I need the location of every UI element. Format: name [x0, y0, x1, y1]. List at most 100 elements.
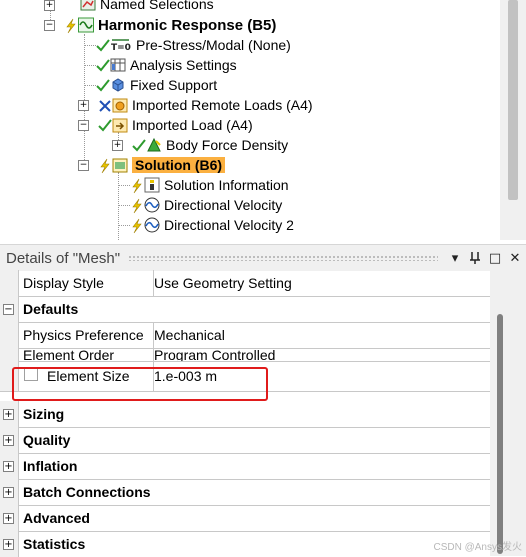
tree-item-fixed-support[interactable]: Fixed Support: [84, 75, 218, 95]
blue-x-status-icon: [98, 98, 112, 112]
row-margin: [0, 348, 19, 361]
category-row-statistics[interactable]: + Statistics: [0, 531, 490, 557]
tree-connector: [118, 205, 130, 206]
dropdown-arrow-icon[interactable]: ▾: [446, 249, 464, 267]
details-panel-title: Details of "Mesh": [6, 249, 121, 267]
body-force-icon: [146, 137, 162, 153]
tree-item-label: Fixed Support: [130, 77, 218, 93]
category-row-advanced[interactable]: + Advanced: [0, 505, 490, 532]
row-margin: [0, 361, 19, 391]
tree-item-imported-remote-loads[interactable]: + Imported Remote Loads (A4): [78, 95, 313, 115]
expand-plus-icon[interactable]: +: [3, 513, 14, 524]
expand-plus-icon[interactable]: +: [3, 487, 14, 498]
property-value[interactable]: Use Geometry Setting: [154, 270, 292, 296]
parameter-checkbox[interactable]: [24, 367, 38, 381]
solution-icon: [112, 157, 128, 173]
tree-item-label: Imported Load (A4): [132, 117, 253, 133]
category-label: Quality: [23, 432, 71, 448]
tree-item-pre-stress[interactable]: T=0 Pre-Stress/Modal (None): [84, 35, 291, 55]
expand-plus-icon[interactable]: +: [78, 100, 89, 111]
property-label: Display Style: [18, 270, 154, 296]
tree-scrollbar[interactable]: [500, 0, 526, 240]
category-label: Sizing: [23, 406, 65, 422]
details-row-element-order[interactable]: Element Order Program Controlled: [0, 348, 490, 362]
tree-item-directional-velocity[interactable]: Directional Velocity: [118, 195, 282, 215]
tree-item-label: Directional Velocity 2: [164, 217, 294, 233]
tree-connector: [84, 45, 96, 46]
tree-connector: [118, 185, 130, 186]
tree-connector: [118, 225, 130, 226]
expand-plus-icon[interactable]: +: [3, 435, 14, 446]
category-label: Defaults: [23, 301, 79, 317]
category-row-quality[interactable]: + Quality: [0, 427, 490, 454]
analysis-settings-icon: [110, 57, 126, 73]
tree-scrollbar-thumb[interactable]: [508, 0, 518, 200]
expand-plus-icon[interactable]: +: [44, 0, 55, 11]
watermark: CSDN @Ansys发火: [433, 542, 523, 553]
collapse-minus-icon[interactable]: −: [78, 120, 89, 131]
harmonic-response-icon: [78, 17, 94, 33]
expand-plus-icon[interactable]: +: [112, 140, 123, 151]
details-row-physics-preference[interactable]: Physics Preference Mechanical: [0, 322, 490, 349]
collapse-minus-icon[interactable]: −: [78, 160, 89, 171]
expand-plus-icon[interactable]: +: [3, 539, 14, 550]
property-value[interactable]: Program Controlled: [154, 348, 275, 361]
lightning-status-icon: [130, 218, 144, 234]
collapse-minus-icon[interactable]: −: [44, 20, 55, 31]
category-row-sizing[interactable]: + Sizing: [0, 401, 490, 428]
tree-item-label: Harmonic Response (B5): [98, 16, 277, 34]
details-scrollbar-thumb[interactable]: [497, 314, 503, 554]
directional-velocity-icon: [144, 197, 160, 213]
details-row-display-style[interactable]: Display Style Use Geometry Setting: [0, 270, 490, 297]
property-label: Element Order: [18, 348, 154, 361]
tree-connector: [84, 65, 96, 66]
lightning-status-icon: [64, 18, 78, 34]
lightning-status-icon: [130, 178, 144, 194]
panel-grip[interactable]: [128, 255, 438, 261]
lightning-status-icon: [130, 198, 144, 214]
tree-item-solution[interactable]: − Solution (B6): [78, 155, 226, 175]
category-row-inflation[interactable]: + Inflation: [0, 453, 490, 480]
category-label: Advanced: [23, 510, 90, 526]
named-selections-icon: [80, 0, 96, 12]
green-check-icon: [132, 138, 146, 152]
tree-item-named-selections[interactable]: + Named Selections: [44, 0, 214, 14]
property-label: Element Size: [42, 361, 154, 391]
tree-item-label: Solution Information: [164, 177, 289, 193]
maximize-icon[interactable]: □: [486, 249, 504, 267]
solution-information-icon: [144, 177, 160, 193]
tree-item-label: Pre-Stress/Modal (None): [136, 37, 291, 53]
category-label: Statistics: [23, 536, 86, 552]
category-row-defaults[interactable]: − Defaults: [0, 296, 490, 323]
row-margin: [0, 270, 19, 296]
tree-item-directional-velocity-2[interactable]: Directional Velocity 2: [118, 215, 294, 235]
green-check-icon: [96, 38, 110, 52]
expand-plus-icon[interactable]: +: [3, 409, 14, 420]
directional-velocity-icon: [144, 217, 160, 233]
tree-item-body-force-density[interactable]: + Body Force Density: [112, 135, 288, 155]
property-label: Physics Preference: [18, 322, 154, 348]
fixed-support-icon: [110, 77, 126, 93]
close-icon[interactable]: ✕: [506, 249, 524, 267]
details-row-element-size[interactable]: Element Size 1.e-003 m: [0, 361, 490, 392]
tree-item-analysis-settings[interactable]: Analysis Settings: [84, 55, 237, 75]
green-check-icon: [96, 78, 110, 92]
tree-item-label: Solution (B6): [132, 157, 226, 173]
row-margin: [0, 322, 19, 348]
tree-connector: [118, 172, 119, 240]
details-scrollbar[interactable]: [490, 270, 526, 556]
category-row-batch-connections[interactable]: + Batch Connections: [0, 479, 490, 506]
property-value[interactable]: Mechanical: [154, 322, 225, 348]
tree-item-solution-information[interactable]: Solution Information: [118, 175, 289, 195]
tree-item-label: Analysis Settings: [130, 57, 237, 73]
t-zero-icon: T=0: [110, 37, 132, 53]
category-label: Inflation: [23, 458, 78, 474]
tree-item-imported-load[interactable]: − Imported Load (A4): [78, 115, 253, 135]
collapse-minus-icon[interactable]: −: [3, 304, 14, 315]
expand-plus-icon[interactable]: +: [3, 461, 14, 472]
pin-icon[interactable]: [466, 249, 484, 267]
property-value[interactable]: 1.e-003 m: [154, 361, 217, 387]
green-check-icon: [98, 118, 112, 132]
tree-item-label: Imported Remote Loads (A4): [132, 97, 313, 113]
tree-item-harmonic-response[interactable]: − Harmonic Response (B5): [44, 15, 276, 35]
